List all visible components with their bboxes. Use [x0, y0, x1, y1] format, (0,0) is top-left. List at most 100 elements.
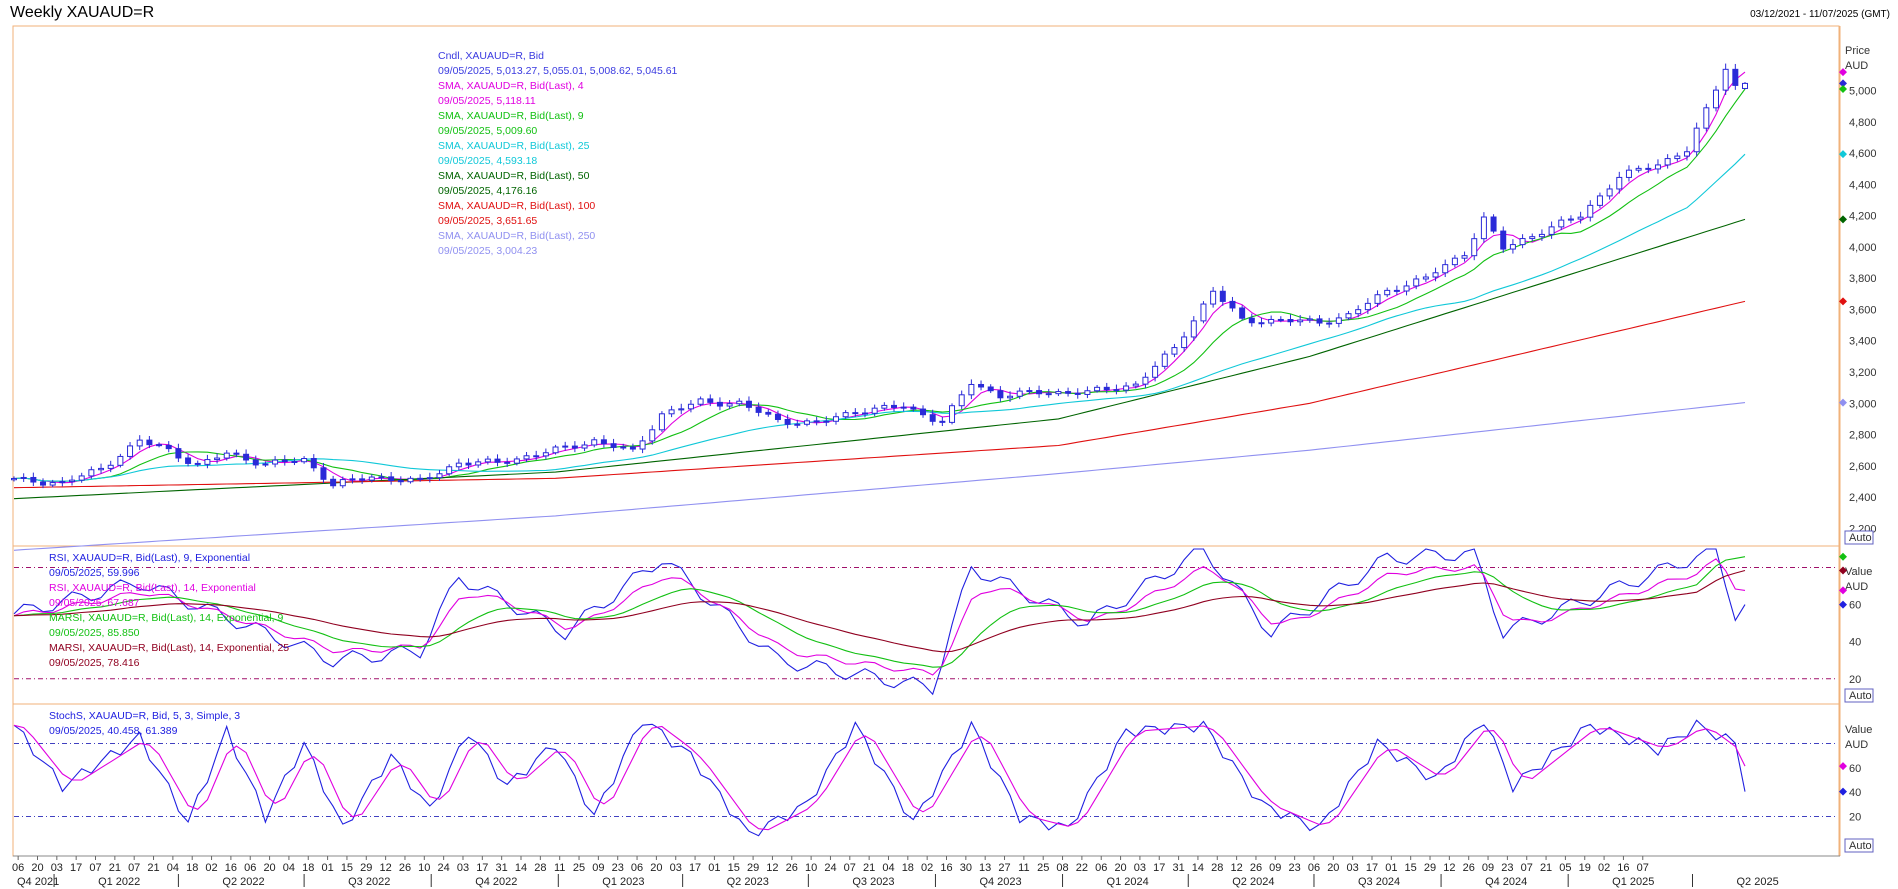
candle-body	[88, 469, 95, 477]
chart-svg[interactable]: Price AUD 2,2002,4002,6002,8003,0003,200…	[0, 0, 1898, 889]
rsi-axis-ticks: 20 40 60	[1849, 600, 1861, 686]
x-quarter-label: Q3 2022	[348, 876, 390, 888]
x-week-label: 09	[1269, 862, 1281, 874]
candle-body	[1229, 300, 1236, 309]
x-quarter-label: Q2 2024	[1232, 876, 1274, 888]
candle-body	[736, 400, 743, 405]
candle-body	[1413, 278, 1420, 287]
x-week-label: 15	[728, 862, 740, 874]
candle-body	[678, 408, 685, 411]
candle-body	[697, 398, 704, 405]
x-week-label: 06	[244, 862, 256, 874]
candle-body	[1190, 320, 1197, 338]
candle-body	[1094, 386, 1101, 392]
rsi-legend-title: RSI, XAUAUD=R, Bid(Last), 14, Exponentia…	[49, 582, 256, 594]
x-week-label: 30	[960, 862, 972, 874]
x-week-label: 14	[515, 862, 527, 874]
x-week-label: 20	[31, 862, 43, 874]
price-tick-label: 4,400	[1849, 179, 1877, 191]
candle-body	[59, 481, 66, 484]
candle-body	[272, 459, 279, 465]
x-week-label: 20	[1114, 862, 1126, 874]
candle-body	[1654, 164, 1661, 170]
rsi-legend-title: RSI, XAUAUD=R, Bid(Last), 9, Exponential	[49, 552, 250, 564]
candle-body	[175, 448, 182, 459]
candle-body	[1007, 395, 1014, 399]
candle-body	[1152, 365, 1159, 378]
x-week-label: 21	[863, 862, 875, 874]
candle-body	[687, 403, 694, 410]
candle-body	[958, 394, 965, 407]
stoch-auto-button[interactable]: Auto	[1849, 840, 1872, 852]
candle-body	[1016, 390, 1023, 397]
x-week-label: 20	[650, 862, 662, 874]
rsi-legend-value: 09/05/2025, 78.416	[49, 657, 140, 669]
x-week-label: 09	[1482, 862, 1494, 874]
x-week-label: 25	[1037, 862, 1049, 874]
candle-body	[1625, 169, 1632, 178]
x-week-label: 06	[631, 862, 643, 874]
candle-body	[1538, 233, 1545, 238]
candle-body	[310, 458, 317, 469]
candle-body	[1335, 317, 1342, 324]
candle-body	[1422, 276, 1429, 280]
candle-body	[1142, 376, 1149, 385]
candle-body	[1374, 294, 1381, 304]
candle-body	[484, 458, 491, 463]
x-week-label: 21	[147, 862, 159, 874]
x-quarter-label: Q1 2023	[602, 876, 644, 888]
candle-body	[1297, 319, 1304, 323]
candle-body	[726, 403, 733, 407]
candle-body	[920, 408, 927, 416]
x-week-label: 26	[786, 862, 798, 874]
candle-body	[1693, 127, 1700, 153]
x-week-label: 01	[708, 862, 720, 874]
candle-body	[794, 423, 801, 426]
candle-body	[765, 411, 772, 415]
legends: Cndl, XAUAUD=R, Bid 09/05/2025, 5,013.27,…	[49, 50, 678, 737]
x-week-label: 03	[51, 862, 63, 874]
x-week-label: 07	[1637, 862, 1649, 874]
candle-body	[204, 459, 211, 465]
x-week-label: 13	[979, 862, 991, 874]
price-tick-label: 3,800	[1849, 273, 1877, 285]
candle-body	[1219, 290, 1226, 302]
rsi-auto-button[interactable]: Auto	[1849, 690, 1872, 702]
x-week-label: 23	[1289, 862, 1301, 874]
stoch-tick-label: 20	[1849, 812, 1861, 824]
price-legend-value: 09/05/2025, 4,593.18	[438, 155, 537, 167]
candle-body	[1451, 257, 1458, 266]
x-week-label: 20	[1327, 862, 1339, 874]
x-week-label: 19	[1579, 862, 1591, 874]
candle-body	[591, 439, 598, 446]
candle-body	[349, 478, 356, 481]
x-week-label: 12	[1230, 862, 1242, 874]
candle-body	[745, 400, 752, 408]
candle-body	[1558, 219, 1565, 228]
candle-body	[30, 476, 37, 483]
candle-body	[987, 386, 994, 392]
price-tick-label: 3,400	[1849, 336, 1877, 348]
candle-body	[417, 477, 424, 480]
stoch-legend-title: StochS, XAUAUD=R, Bid, 5, 3, Simple, 3	[49, 710, 240, 722]
candle-body	[1674, 155, 1681, 160]
x-week-label: 04	[167, 862, 179, 874]
price-auto-button[interactable]: Auto	[1849, 532, 1872, 544]
candle-body	[1258, 322, 1265, 325]
candle-body	[910, 406, 917, 410]
candle-body	[194, 462, 201, 465]
candle-body	[1596, 195, 1603, 206]
candle-body	[146, 439, 153, 446]
x-week-label: 07	[89, 862, 101, 874]
candle-body	[881, 404, 888, 409]
candle-body	[1703, 107, 1710, 129]
candle-body	[803, 420, 810, 425]
candle-body	[1316, 318, 1323, 324]
x-week-label: 05	[1559, 862, 1571, 874]
candle-body	[69, 479, 76, 483]
candle-body	[1248, 317, 1255, 324]
candle-body	[1393, 289, 1400, 292]
x-week-label: 15	[1405, 862, 1417, 874]
x-week-label: 23	[612, 862, 624, 874]
candle-body	[1490, 216, 1497, 232]
